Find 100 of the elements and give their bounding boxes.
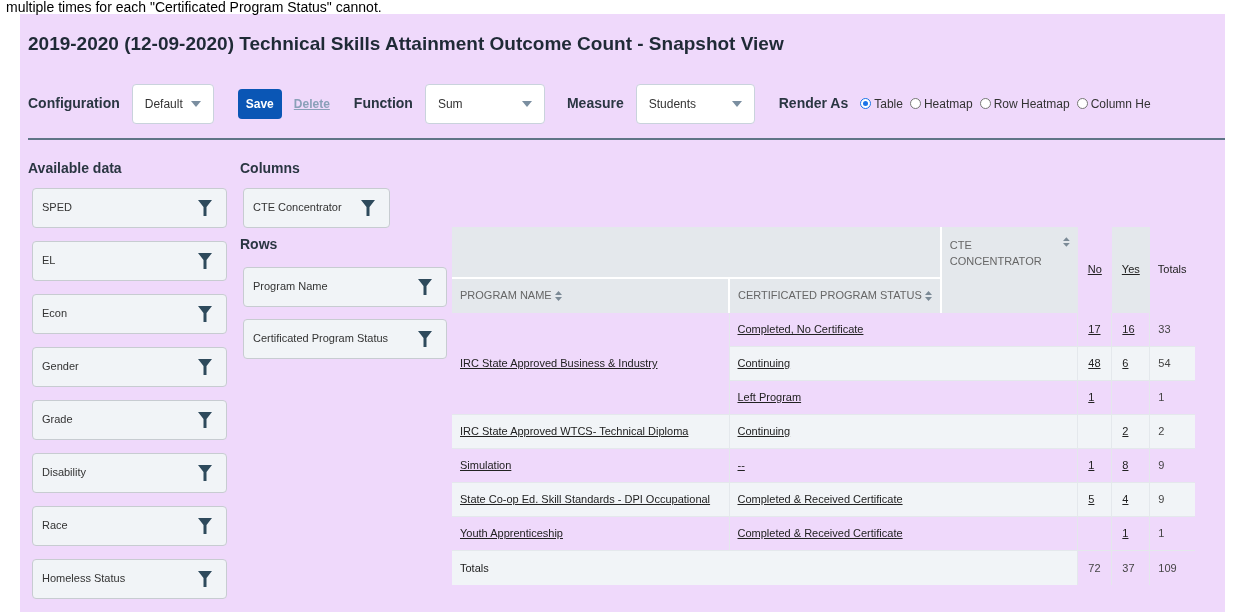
page-title: 2019-2020 (12-09-2020) Technical Skills Attainment Outcome Count - Snapshot View bbox=[28, 32, 785, 56]
program-link[interactable]: State Co-op Ed. Skill Standards - DPI Occupational bbox=[460, 493, 711, 506]
radio-button[interactable] bbox=[979, 98, 991, 109]
field-label: EL bbox=[42, 253, 56, 269]
caret-icon bbox=[190, 100, 201, 107]
field-label: Econ bbox=[42, 306, 68, 322]
caret-icon bbox=[731, 100, 742, 107]
radio-option[interactable]: Heatmap bbox=[909, 94, 973, 113]
section-heading: Columns bbox=[240, 158, 301, 178]
sort-icon bbox=[924, 290, 932, 301]
count-link[interactable]: 8 bbox=[1122, 459, 1129, 472]
total-value: 1 bbox=[1158, 391, 1165, 404]
section-heading: Rows bbox=[240, 234, 279, 254]
filter-icon bbox=[198, 464, 212, 481]
count-link[interactable]: 6 bbox=[1122, 357, 1129, 370]
field-chip[interactable]: Homeless Status bbox=[32, 558, 227, 599]
field-chip[interactable]: Gender bbox=[32, 346, 227, 387]
filter-icon bbox=[418, 330, 432, 347]
dropdown[interactable]: Default bbox=[131, 83, 214, 124]
field-label: Homeless Status bbox=[42, 571, 126, 587]
filter-icon bbox=[198, 570, 212, 587]
field-chip[interactable]: SPED bbox=[32, 187, 227, 228]
column-header: Totals bbox=[1157, 263, 1187, 276]
status-link[interactable]: Left Program bbox=[737, 391, 802, 404]
field-chip[interactable]: Race bbox=[32, 505, 227, 546]
program-link[interactable]: IRC State Approved WTCS- Technical Diploma bbox=[460, 425, 689, 438]
total-value: 37 bbox=[1122, 561, 1135, 574]
count-link[interactable]: 17 bbox=[1088, 323, 1101, 335]
field-chip[interactable]: Grade bbox=[32, 399, 227, 440]
total-value: 9 bbox=[1158, 493, 1165, 506]
count-link[interactable]: 4 bbox=[1122, 493, 1129, 506]
total-value: 2 bbox=[1158, 425, 1165, 438]
total-value: 54 bbox=[1158, 357, 1171, 370]
status-link[interactable]: Continuing bbox=[737, 425, 791, 438]
field-label: Grade bbox=[42, 412, 73, 428]
count-link[interactable]: 1 bbox=[1088, 391, 1095, 404]
filter-icon bbox=[198, 411, 212, 428]
count-link[interactable]: 48 bbox=[1088, 357, 1101, 370]
field-label: Measure bbox=[566, 94, 624, 113]
count-link[interactable]: 1 bbox=[1088, 459, 1095, 472]
sort-icon bbox=[1063, 236, 1070, 247]
field-label: Program Name bbox=[253, 279, 328, 295]
count-link[interactable]: 1 bbox=[1122, 527, 1129, 540]
field-chip[interactable]: Econ bbox=[32, 293, 227, 334]
status-link[interactable]: -- bbox=[737, 459, 745, 472]
column-header: CERTIFICATED PROGRAM STATUS bbox=[738, 288, 922, 304]
field-chip[interactable]: Disability bbox=[32, 452, 227, 493]
count-link[interactable]: 16 bbox=[1122, 323, 1135, 335]
filter-icon bbox=[198, 305, 212, 322]
column-header: PROGRAM NAME bbox=[460, 288, 552, 304]
count-link[interactable]: 5 bbox=[1088, 493, 1095, 506]
totals-label: Totals bbox=[460, 561, 489, 574]
total-value: 109 bbox=[1158, 561, 1177, 574]
field-label: Render As bbox=[778, 94, 849, 113]
field-label: Certificated Program Status bbox=[253, 331, 389, 347]
field-label: Race bbox=[42, 518, 68, 534]
radio-option[interactable]: Column He bbox=[1076, 94, 1151, 113]
filter-icon bbox=[198, 199, 212, 216]
radio-option[interactable]: Row Heatmap bbox=[979, 94, 1070, 113]
field-chip[interactable]: EL bbox=[32, 240, 227, 281]
total-value: 1 bbox=[1158, 527, 1165, 540]
program-link[interactable]: IRC State Approved Business & Industry bbox=[460, 357, 658, 369]
program-link[interactable]: Simulation bbox=[460, 459, 512, 472]
dropdown[interactable]: Sum bbox=[424, 83, 545, 124]
filter-icon bbox=[361, 199, 375, 216]
radio-button[interactable] bbox=[1076, 98, 1088, 109]
caption-text: multiple times for each "Certificated Program Status" cannot. bbox=[6, 0, 382, 15]
field-chip[interactable]: Program Name bbox=[243, 266, 447, 307]
radio-button[interactable] bbox=[909, 98, 921, 109]
caret-icon bbox=[521, 100, 532, 107]
filter-icon bbox=[198, 252, 212, 269]
filter-icon bbox=[198, 358, 212, 375]
field-chip[interactable]: CTE Concentrator bbox=[243, 187, 390, 228]
status-link[interactable]: Completed & Received Certificate bbox=[737, 493, 903, 506]
column-header-link[interactable]: No bbox=[1087, 263, 1102, 276]
field-label: Configuration bbox=[28, 94, 120, 113]
total-value: 33 bbox=[1158, 323, 1171, 335]
total-value: 9 bbox=[1158, 459, 1165, 472]
field-label: Function bbox=[353, 94, 413, 113]
status-link[interactable]: Completed & Received Certificate bbox=[737, 527, 903, 540]
field-label: CTE Concentrator bbox=[253, 200, 342, 216]
status-link[interactable]: Completed, No Certificate bbox=[737, 323, 864, 335]
field-label: Gender bbox=[42, 359, 79, 375]
field-label: Disability bbox=[42, 465, 86, 481]
dropdown[interactable]: Students bbox=[635, 83, 755, 124]
field-chip[interactable]: Certificated Program Status bbox=[243, 318, 447, 359]
column-header-link[interactable]: Yes bbox=[1121, 263, 1140, 276]
section-heading: Available data bbox=[28, 158, 123, 178]
filter-icon bbox=[198, 517, 212, 534]
save-button[interactable]: Save bbox=[237, 88, 282, 119]
status-link[interactable]: Continuing bbox=[737, 357, 791, 370]
field-label: SPED bbox=[42, 200, 72, 216]
filter-icon bbox=[418, 278, 432, 295]
count-link[interactable]: 2 bbox=[1122, 425, 1129, 438]
radio-option[interactable]: Table bbox=[860, 94, 903, 113]
total-value: 72 bbox=[1088, 561, 1101, 574]
program-link[interactable]: Youth Apprenticeship bbox=[460, 527, 563, 540]
column-header: CTE CONCENTRATOR bbox=[949, 237, 1043, 269]
sort-icon bbox=[554, 290, 562, 301]
radio-button[interactable] bbox=[860, 98, 872, 109]
